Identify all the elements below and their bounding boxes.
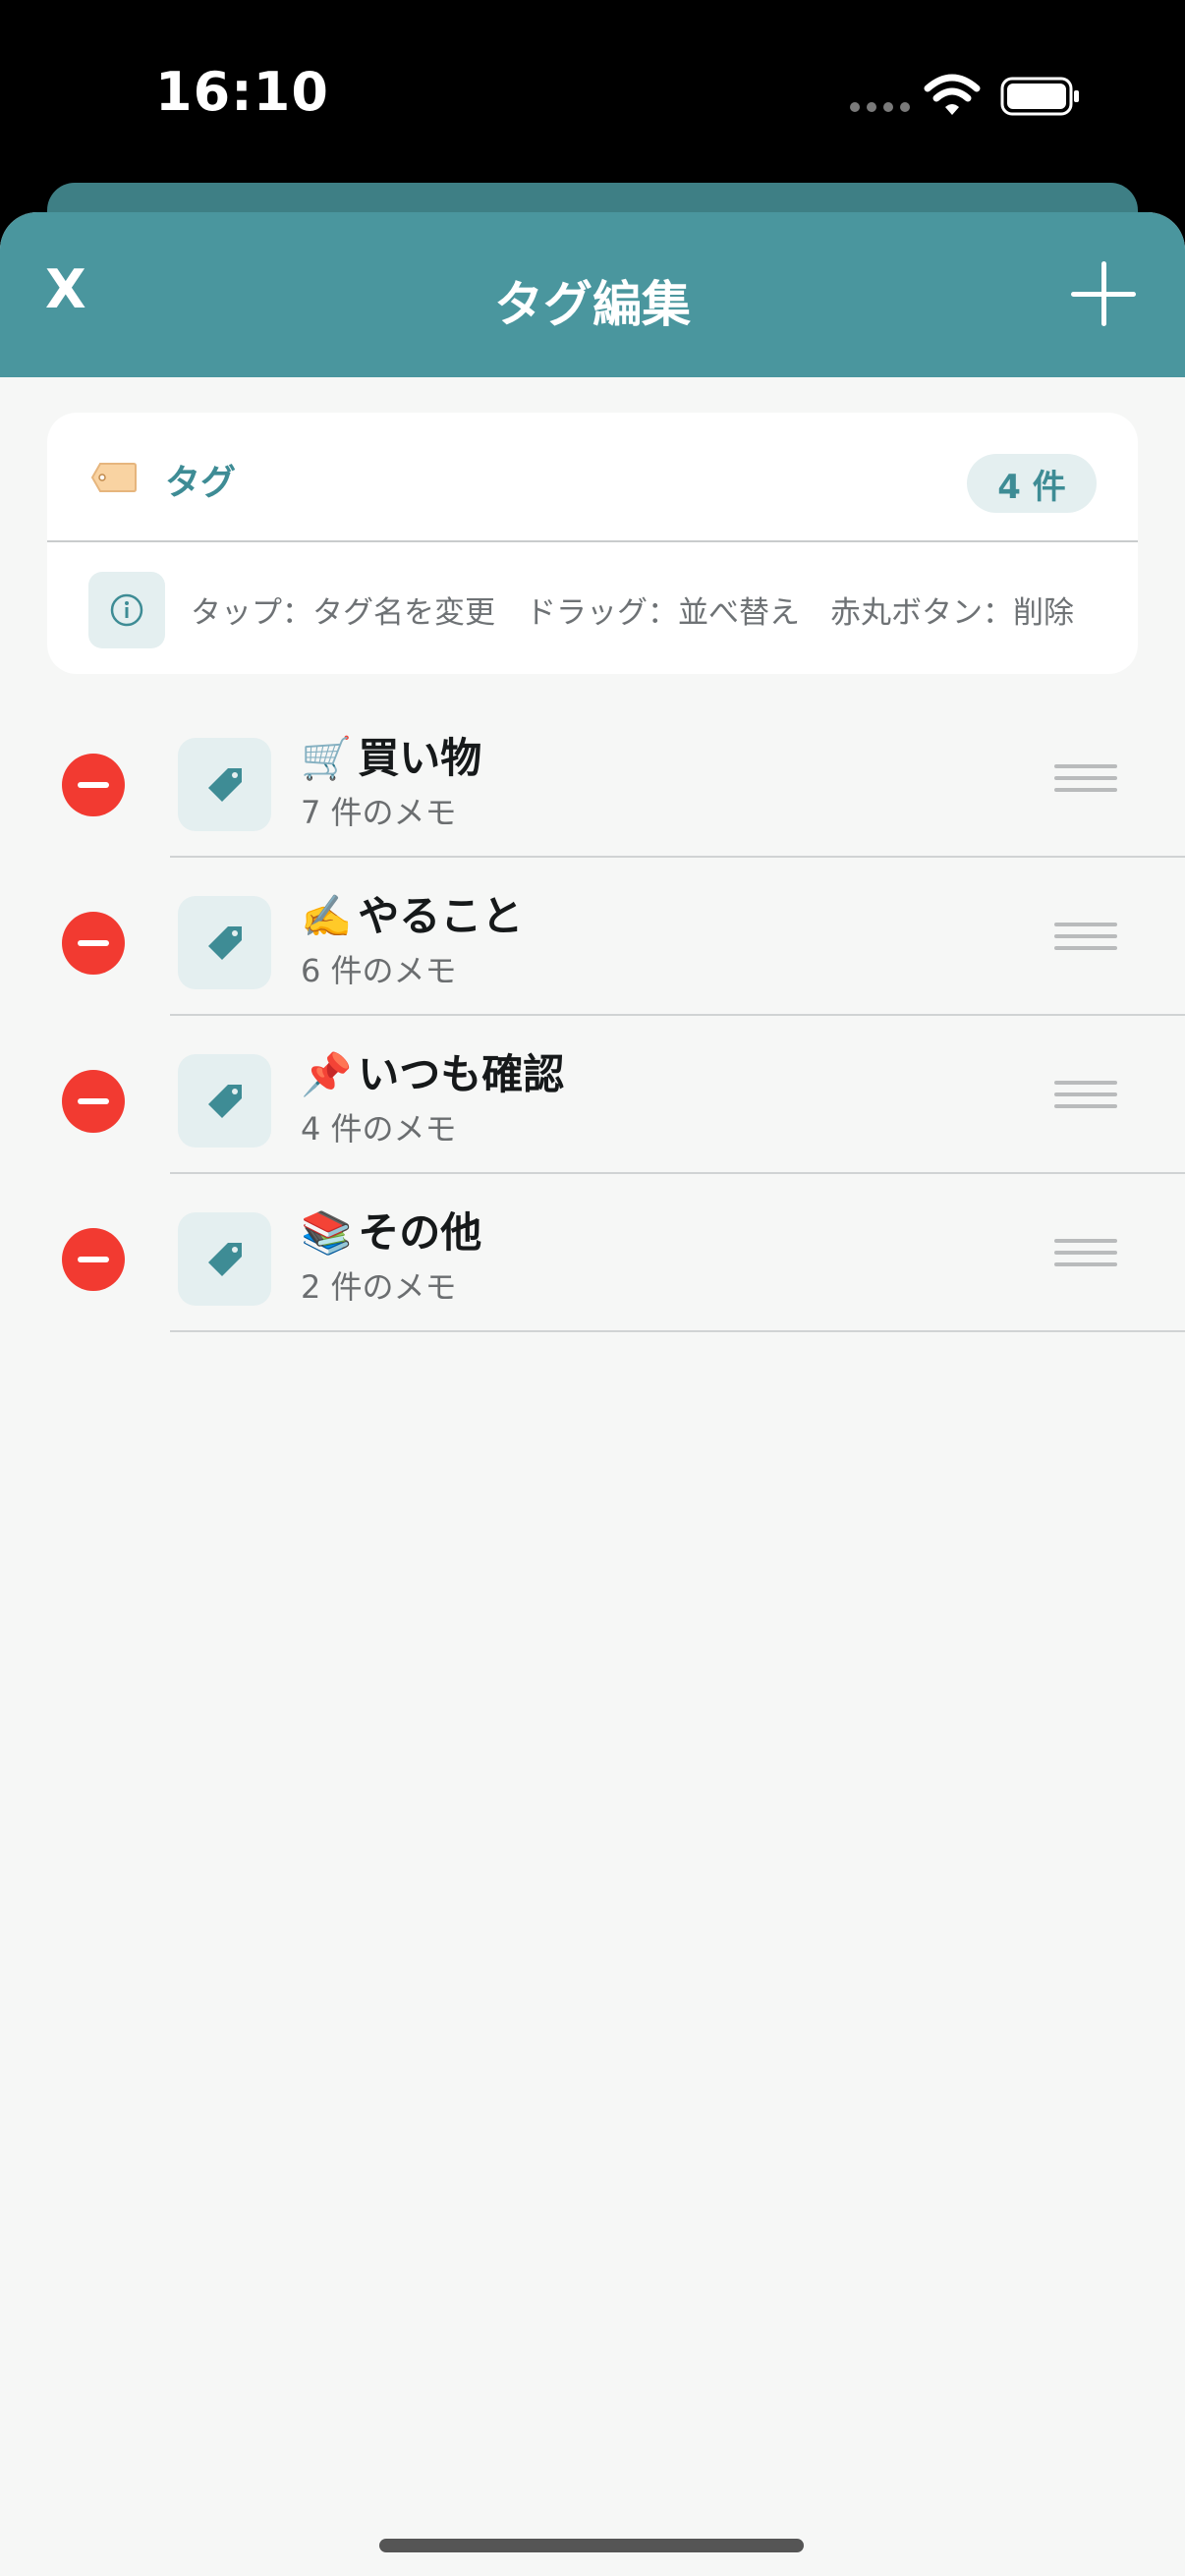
tag-icon-box xyxy=(178,738,271,831)
navigation-bar: X タグ編集 xyxy=(0,212,1185,377)
info-icon xyxy=(110,593,143,627)
tag-icon xyxy=(208,926,242,960)
label-icon xyxy=(90,463,137,492)
tag-card-header: タグ 4 件 xyxy=(47,413,1138,542)
cellular-signal-icon xyxy=(850,102,910,112)
delete-button[interactable] xyxy=(62,1228,125,1291)
list-item[interactable]: 📚 その他 2 件のメモ xyxy=(0,1174,1185,1332)
drag-handle-icon[interactable] xyxy=(1054,1073,1117,1112)
status-time: 16:10 xyxy=(155,61,329,123)
tag-icon-box xyxy=(178,896,271,989)
tag-icon-box xyxy=(178,1054,271,1148)
home-indicator[interactable] xyxy=(379,2539,804,2552)
tag-memo-count: 2 件のメモ xyxy=(301,1268,457,1306)
help-text: タップ：タグ名を変更 ドラッグ：並べ替え 赤丸ボタン：削除 xyxy=(191,595,1074,631)
row-divider xyxy=(170,1330,1185,1332)
tag-name: 📌 いつも確認 xyxy=(301,1050,565,1098)
tag-count-badge: 4 件 xyxy=(967,454,1097,513)
battery-icon xyxy=(1000,77,1079,116)
list-item[interactable]: 🛒 買い物 7 件のメモ xyxy=(0,700,1185,858)
drag-handle-icon[interactable] xyxy=(1054,1231,1117,1270)
tag-name: 📚 その他 xyxy=(301,1208,482,1257)
tag-icon xyxy=(208,1243,242,1276)
delete-button[interactable] xyxy=(62,1070,125,1133)
tag-edit-sheet: X タグ編集 タグ 4 件 タップ：タグ名を変更 ドラッグ：並べ替え 赤丸ボタン… xyxy=(0,212,1185,2576)
wifi-icon xyxy=(924,74,981,115)
list-item[interactable]: 📌 いつも確認 4 件のメモ xyxy=(0,1016,1185,1174)
page-title: タグ編集 xyxy=(494,276,691,333)
drag-handle-icon[interactable] xyxy=(1054,756,1117,796)
tag-memo-count: 7 件のメモ xyxy=(301,794,457,831)
drag-handle-icon[interactable] xyxy=(1054,915,1117,954)
tag-memo-count: 4 件のメモ xyxy=(301,1110,457,1148)
plus-icon[interactable] xyxy=(1071,261,1136,326)
tag-icon xyxy=(208,768,242,802)
tag-icon-box xyxy=(178,1212,271,1306)
status-bar: 16:10 xyxy=(0,0,1185,187)
tag-memo-count: 6 件のメモ xyxy=(301,952,457,989)
delete-button[interactable] xyxy=(62,912,125,975)
tag-name: 🛒 買い物 xyxy=(301,734,482,782)
tag-section-title: タグ xyxy=(165,463,237,503)
info-icon-box xyxy=(88,572,165,648)
list-item[interactable]: ✍️ やること 6 件のメモ xyxy=(0,858,1185,1016)
tag-name: ✍️ やること xyxy=(301,892,524,940)
tag-icon xyxy=(208,1085,242,1118)
tag-summary-card: タグ 4 件 タップ：タグ名を変更 ドラッグ：並べ替え 赤丸ボタン：削除 xyxy=(47,413,1138,674)
delete-button[interactable] xyxy=(62,754,125,816)
